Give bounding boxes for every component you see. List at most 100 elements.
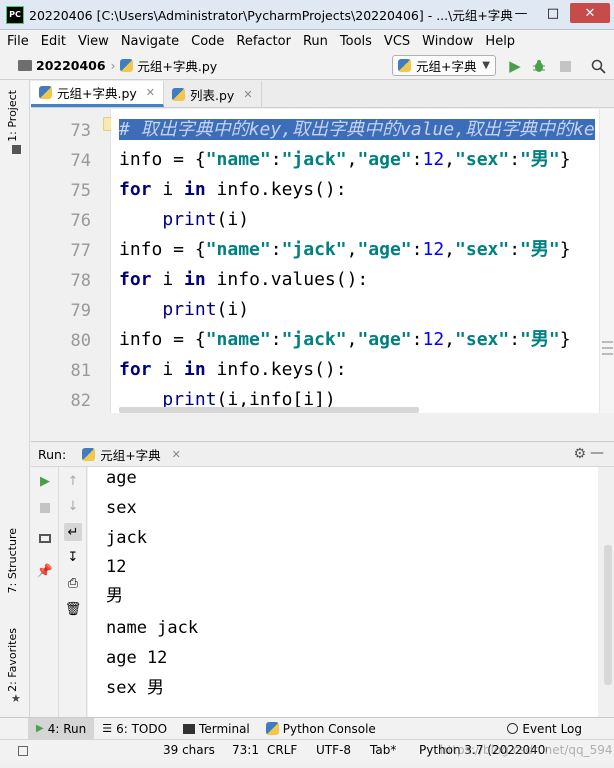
code-line-78: for i in info.values(): — [119, 269, 369, 290]
soft-wrap-icon[interactable]: ↵ — [64, 523, 82, 541]
stop-icon[interactable] — [36, 499, 54, 517]
tab-label: 元组+字典.py — [57, 86, 137, 101]
line-number: 78 — [70, 271, 91, 291]
tool-tab-todo[interactable]: ☰ 6: TODO — [94, 718, 175, 740]
run-toolbar: ▶ 📌 — [31, 467, 59, 717]
status-line-separator[interactable]: CRLF — [267, 743, 297, 757]
favorites-tool-tab[interactable]: 2: Favorites — [6, 628, 19, 692]
menu-edit[interactable]: Edit — [41, 34, 66, 49]
code-editor[interactable]: # 取出字典中的key,取出字典中的value,取出字典中的ke info = … — [111, 109, 599, 413]
tab-liebiao[interactable]: 列表.py ✕ — [164, 81, 262, 107]
python-console-icon — [265, 722, 279, 735]
star-icon: ★ — [11, 692, 21, 705]
tool-tab-terminal[interactable]: Terminal — [175, 718, 258, 740]
close-button[interactable]: ✕ — [570, 3, 610, 23]
console-line: age 12 — [106, 648, 168, 668]
minimize-button[interactable]: — — [506, 3, 536, 23]
tool-tab-event-log[interactable]: Event Log — [499, 718, 590, 740]
console-line: sex 男 — [106, 678, 164, 698]
gear-icon[interactable]: ⚙ — [573, 446, 586, 462]
rerun-icon[interactable]: ▶ — [36, 472, 54, 490]
tool-tab-label: 6: TODO — [116, 721, 168, 736]
python-file-icon — [82, 447, 96, 461]
run-icon[interactable]: ▶ — [506, 57, 524, 75]
line-number: 82 — [70, 391, 91, 411]
chevron-down-icon: ▼ — [482, 60, 490, 71]
menu-navigate[interactable]: Navigate — [121, 34, 179, 49]
status-caret-position[interactable]: 73:1 — [232, 743, 259, 757]
editor-tab-bar: 元组+字典.py ✕ 列表.py ✕ — [31, 80, 614, 108]
line-number: 81 — [70, 361, 91, 381]
line-number-gutter: 73 74 75 76 77 78 79 80 81 82 — [31, 109, 113, 413]
menu-help[interactable]: Help — [485, 34, 515, 49]
menu-window[interactable]: Window — [422, 34, 473, 49]
print-icon[interactable]: ⎙ — [64, 574, 82, 592]
console-scrollbar[interactable] — [604, 545, 612, 685]
scroll-to-end-icon[interactable]: ↧ — [64, 548, 82, 566]
code-line-79: print(i) — [162, 299, 250, 320]
run-configuration-label: 元组+字典 — [416, 59, 477, 74]
menu-view[interactable]: View — [78, 34, 109, 49]
structure-tool-tab[interactable]: 7: Structure — [6, 528, 19, 593]
console-line: 12 — [106, 557, 127, 577]
comment-text: # 取出字典中的key,取出字典中的value,取出字典中的ke — [119, 119, 595, 140]
list-icon: ☰ — [102, 722, 113, 735]
run-panel-label: Run: — [38, 446, 67, 462]
line-number: 76 — [70, 211, 91, 231]
run-tab-label: 元组+字典 — [100, 447, 161, 463]
close-tab-icon[interactable]: ✕ — [243, 88, 252, 101]
status-encoding[interactable]: UTF-8 — [316, 743, 351, 757]
search-icon[interactable] — [589, 57, 607, 75]
breadcrumb-separator: › — [110, 58, 116, 73]
run-panel-header: Run: 元组+字典 ✕ ⚙ — — [31, 441, 614, 467]
trash-icon[interactable]: 🗑 — [64, 600, 82, 618]
folder-icon — [18, 60, 32, 71]
tool-tab-python-console[interactable]: Python Console — [258, 718, 384, 740]
menu-tools[interactable]: Tools — [340, 34, 372, 49]
tab-yuanzu-zidian[interactable]: 元组+字典.py ✕ — [31, 81, 164, 107]
menu-refactor[interactable]: Refactor — [236, 34, 291, 49]
python-file-icon — [172, 87, 185, 101]
code-line-81: for i in info.keys(): — [119, 359, 347, 380]
menu-vcs[interactable]: VCS — [384, 34, 410, 49]
status-indent[interactable]: Tab* — [370, 743, 396, 757]
editor-vertical-scrollbar[interactable] — [599, 109, 614, 413]
pin-icon[interactable]: 📌 — [36, 562, 54, 580]
console-line: name jack — [106, 618, 199, 638]
layout-icon[interactable] — [36, 529, 54, 547]
arrow-down-icon[interactable]: ↓ — [64, 497, 82, 515]
tool-tab-run[interactable]: ▶ 4: Run — [28, 717, 95, 740]
tool-tab-label: Python Console — [282, 721, 376, 736]
line-number: 75 — [70, 181, 91, 201]
run-configuration-select[interactable]: 元组+字典 ▼ — [392, 55, 496, 76]
menu-code[interactable]: Code — [191, 34, 224, 49]
code-line-74: info = {"name":"jack","age":12,"sex":"男"… — [119, 149, 571, 170]
project-tool-tab[interactable]: 1: Project — [6, 90, 19, 142]
line-number: 77 — [70, 241, 91, 261]
bottom-tool-bar: ▶ 4: Run ☰ 6: TODO Terminal Python Conso… — [0, 717, 614, 740]
code-line-76: print(i) — [162, 209, 250, 230]
code-line-73: # 取出字典中的key,取出字典中的value,取出字典中的ke — [119, 115, 595, 145]
close-tab-icon[interactable]: ✕ — [146, 86, 155, 99]
maximize-button[interactable]: □ — [538, 3, 568, 23]
breadcrumb-file[interactable]: 元组+字典.py — [137, 56, 217, 75]
menu-bar: File Edit View Navigate Code Refactor Ru… — [0, 30, 614, 52]
editor-horizontal-scrollbar[interactable] — [119, 407, 419, 413]
run-tab[interactable]: 元组+字典 ✕ — [82, 445, 181, 464]
line-number: 80 — [70, 331, 91, 351]
tool-window-toggle-icon[interactable] — [18, 746, 28, 756]
close-run-tab-icon[interactable]: ✕ — [172, 448, 181, 461]
window-title: 20220406 [C:\Users\Administrator\Pycharm… — [29, 8, 513, 23]
stop-icon[interactable] — [556, 57, 574, 75]
tool-tab-label: Terminal — [199, 721, 250, 736]
hide-panel-icon[interactable]: — — [590, 445, 604, 461]
run-console-output[interactable]: age sex jack 12 男 name jack age 12 sex 男 — [88, 467, 598, 717]
breadcrumb-project[interactable]: 20220406 — [36, 58, 106, 73]
event-log-icon — [507, 723, 519, 734]
menu-file[interactable]: File — [7, 34, 29, 49]
watermark-text: https://blog.csdn.net/qq_59408564 — [440, 743, 612, 757]
arrow-up-icon[interactable]: ↑ — [64, 472, 82, 490]
menu-run[interactable]: Run — [303, 34, 328, 49]
debug-icon[interactable] — [530, 57, 548, 75]
navigation-bar: 20220406 › 元组+字典.py 元组+字典 ▼ ▶ — [0, 52, 614, 80]
